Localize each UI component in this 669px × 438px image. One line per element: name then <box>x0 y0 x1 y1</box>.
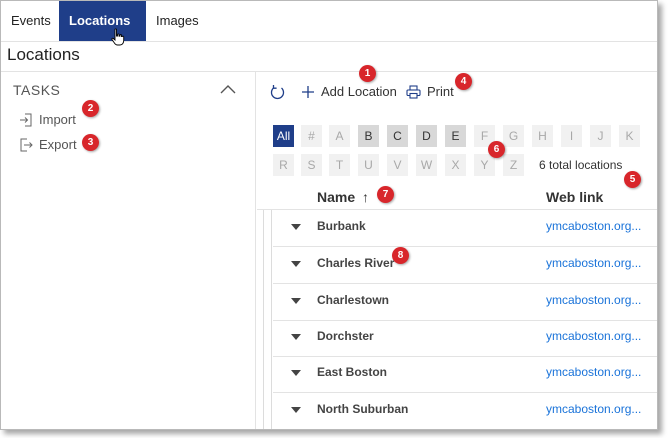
column-header-name-label: Name <box>317 189 356 205</box>
column-header-web-link[interactable]: Web link <box>546 189 603 205</box>
chevron-up-icon[interactable] <box>220 84 236 94</box>
location-name: Dorchster <box>317 329 374 343</box>
nav-images-label: Images <box>156 13 199 28</box>
sort-ascending-icon: ↑ <box>362 189 370 205</box>
filter-hash[interactable]: # <box>301 125 322 147</box>
filter-t[interactable]: T <box>329 154 350 176</box>
filter-s[interactable]: S <box>301 154 322 176</box>
callout-7: 7 <box>377 186 394 203</box>
import-icon <box>20 113 32 127</box>
table-row[interactable]: Charlestown ymcaboston.org... <box>273 284 657 321</box>
expand-caret-icon[interactable] <box>291 298 301 304</box>
filter-h[interactable]: H <box>532 125 553 147</box>
page-title: Locations <box>7 45 80 64</box>
filter-e[interactable]: E <box>445 125 466 147</box>
filter-a[interactable]: A <box>329 125 350 147</box>
export-label: Export <box>39 137 77 152</box>
location-web-link[interactable]: ymcaboston.org... <box>546 219 641 233</box>
table-row[interactable]: Burbank ymcaboston.org... <box>273 210 657 247</box>
print-button[interactable]: Print <box>406 83 454 101</box>
filter-z[interactable]: Z <box>503 154 524 176</box>
total-locations-count: 6 total locations <box>539 158 623 172</box>
table-row[interactable]: Charles River ymcaboston.org... <box>273 247 657 284</box>
column-header-name[interactable]: Name ↑ <box>317 189 369 205</box>
filter-v[interactable]: V <box>387 154 408 176</box>
refresh-icon[interactable] <box>269 84 286 101</box>
filter-u[interactable]: U <box>358 154 379 176</box>
expand-caret-icon[interactable] <box>291 261 301 267</box>
import-label: Import <box>39 112 76 127</box>
location-name: Charles River <box>317 256 395 270</box>
callout-4: 4 <box>455 73 472 90</box>
callout-6: 6 <box>488 141 505 158</box>
expand-caret-icon[interactable] <box>291 407 301 413</box>
row-guide-line <box>271 210 272 429</box>
hand-cursor-icon <box>111 28 125 46</box>
filter-y[interactable]: Y <box>474 154 495 176</box>
row-guide-line <box>263 210 264 429</box>
tasks-panel: TASKS Import Export <box>1 72 256 429</box>
printer-icon <box>406 85 421 99</box>
export-task[interactable]: Export <box>19 136 77 154</box>
location-web-link[interactable]: ymcaboston.org... <box>546 329 641 343</box>
nav-locations[interactable]: Locations▼ <box>59 1 146 66</box>
filter-all[interactable]: All <box>273 125 294 147</box>
import-task[interactable]: Import <box>19 111 76 129</box>
location-web-link[interactable]: ymcaboston.org... <box>546 256 641 270</box>
location-name: East Boston <box>317 365 388 379</box>
expand-caret-icon[interactable] <box>291 334 301 340</box>
filter-i[interactable]: I <box>561 125 582 147</box>
add-location-label: Add Location <box>321 84 397 99</box>
export-icon <box>20 138 33 152</box>
plus-icon <box>302 86 314 98</box>
table-row[interactable]: North Suburban ymcaboston.org... <box>273 393 657 429</box>
nav-events[interactable]: Events <box>1 1 59 41</box>
expand-caret-icon[interactable] <box>291 370 301 376</box>
filter-d[interactable]: D <box>416 125 437 147</box>
location-name: Charlestown <box>317 293 390 307</box>
filter-c[interactable]: C <box>387 125 408 147</box>
top-nav: Events Locations▼ Images <box>1 1 657 66</box>
expand-caret-icon[interactable] <box>291 224 301 230</box>
nav-images[interactable]: Images <box>146 1 216 41</box>
filter-b[interactable]: B <box>358 125 379 147</box>
callout-5: 5 <box>624 171 641 188</box>
callout-3: 3 <box>82 134 99 151</box>
location-web-link[interactable]: ymcaboston.org... <box>546 293 641 307</box>
filter-w[interactable]: W <box>416 154 437 176</box>
location-name: Burbank <box>317 219 366 233</box>
app-window: Events Locations▼ Images Locations TASKS… <box>0 0 658 430</box>
table-row[interactable]: Dorchster ymcaboston.org... <box>273 320 657 357</box>
callout-2: 2 <box>82 100 99 117</box>
filter-g[interactable]: G <box>503 125 524 147</box>
add-location-button[interactable]: Add Location <box>301 83 397 101</box>
tasks-header: TASKS <box>13 82 61 98</box>
table-row[interactable]: East Boston ymcaboston.org... <box>273 356 657 393</box>
location-name: North Suburban <box>317 402 409 416</box>
location-web-link[interactable]: ymcaboston.org... <box>546 365 641 379</box>
print-label: Print <box>427 84 454 99</box>
callout-8: 8 <box>392 247 409 264</box>
nav-events-label: Events <box>11 13 51 28</box>
filter-x[interactable]: X <box>445 154 466 176</box>
callout-1: 1 <box>359 65 376 82</box>
filter-j[interactable]: J <box>590 125 611 147</box>
nav-locations-label: Locations <box>69 13 131 28</box>
filter-k[interactable]: K <box>619 125 640 147</box>
location-web-link[interactable]: ymcaboston.org... <box>546 402 641 416</box>
filter-r[interactable]: R <box>273 154 294 176</box>
